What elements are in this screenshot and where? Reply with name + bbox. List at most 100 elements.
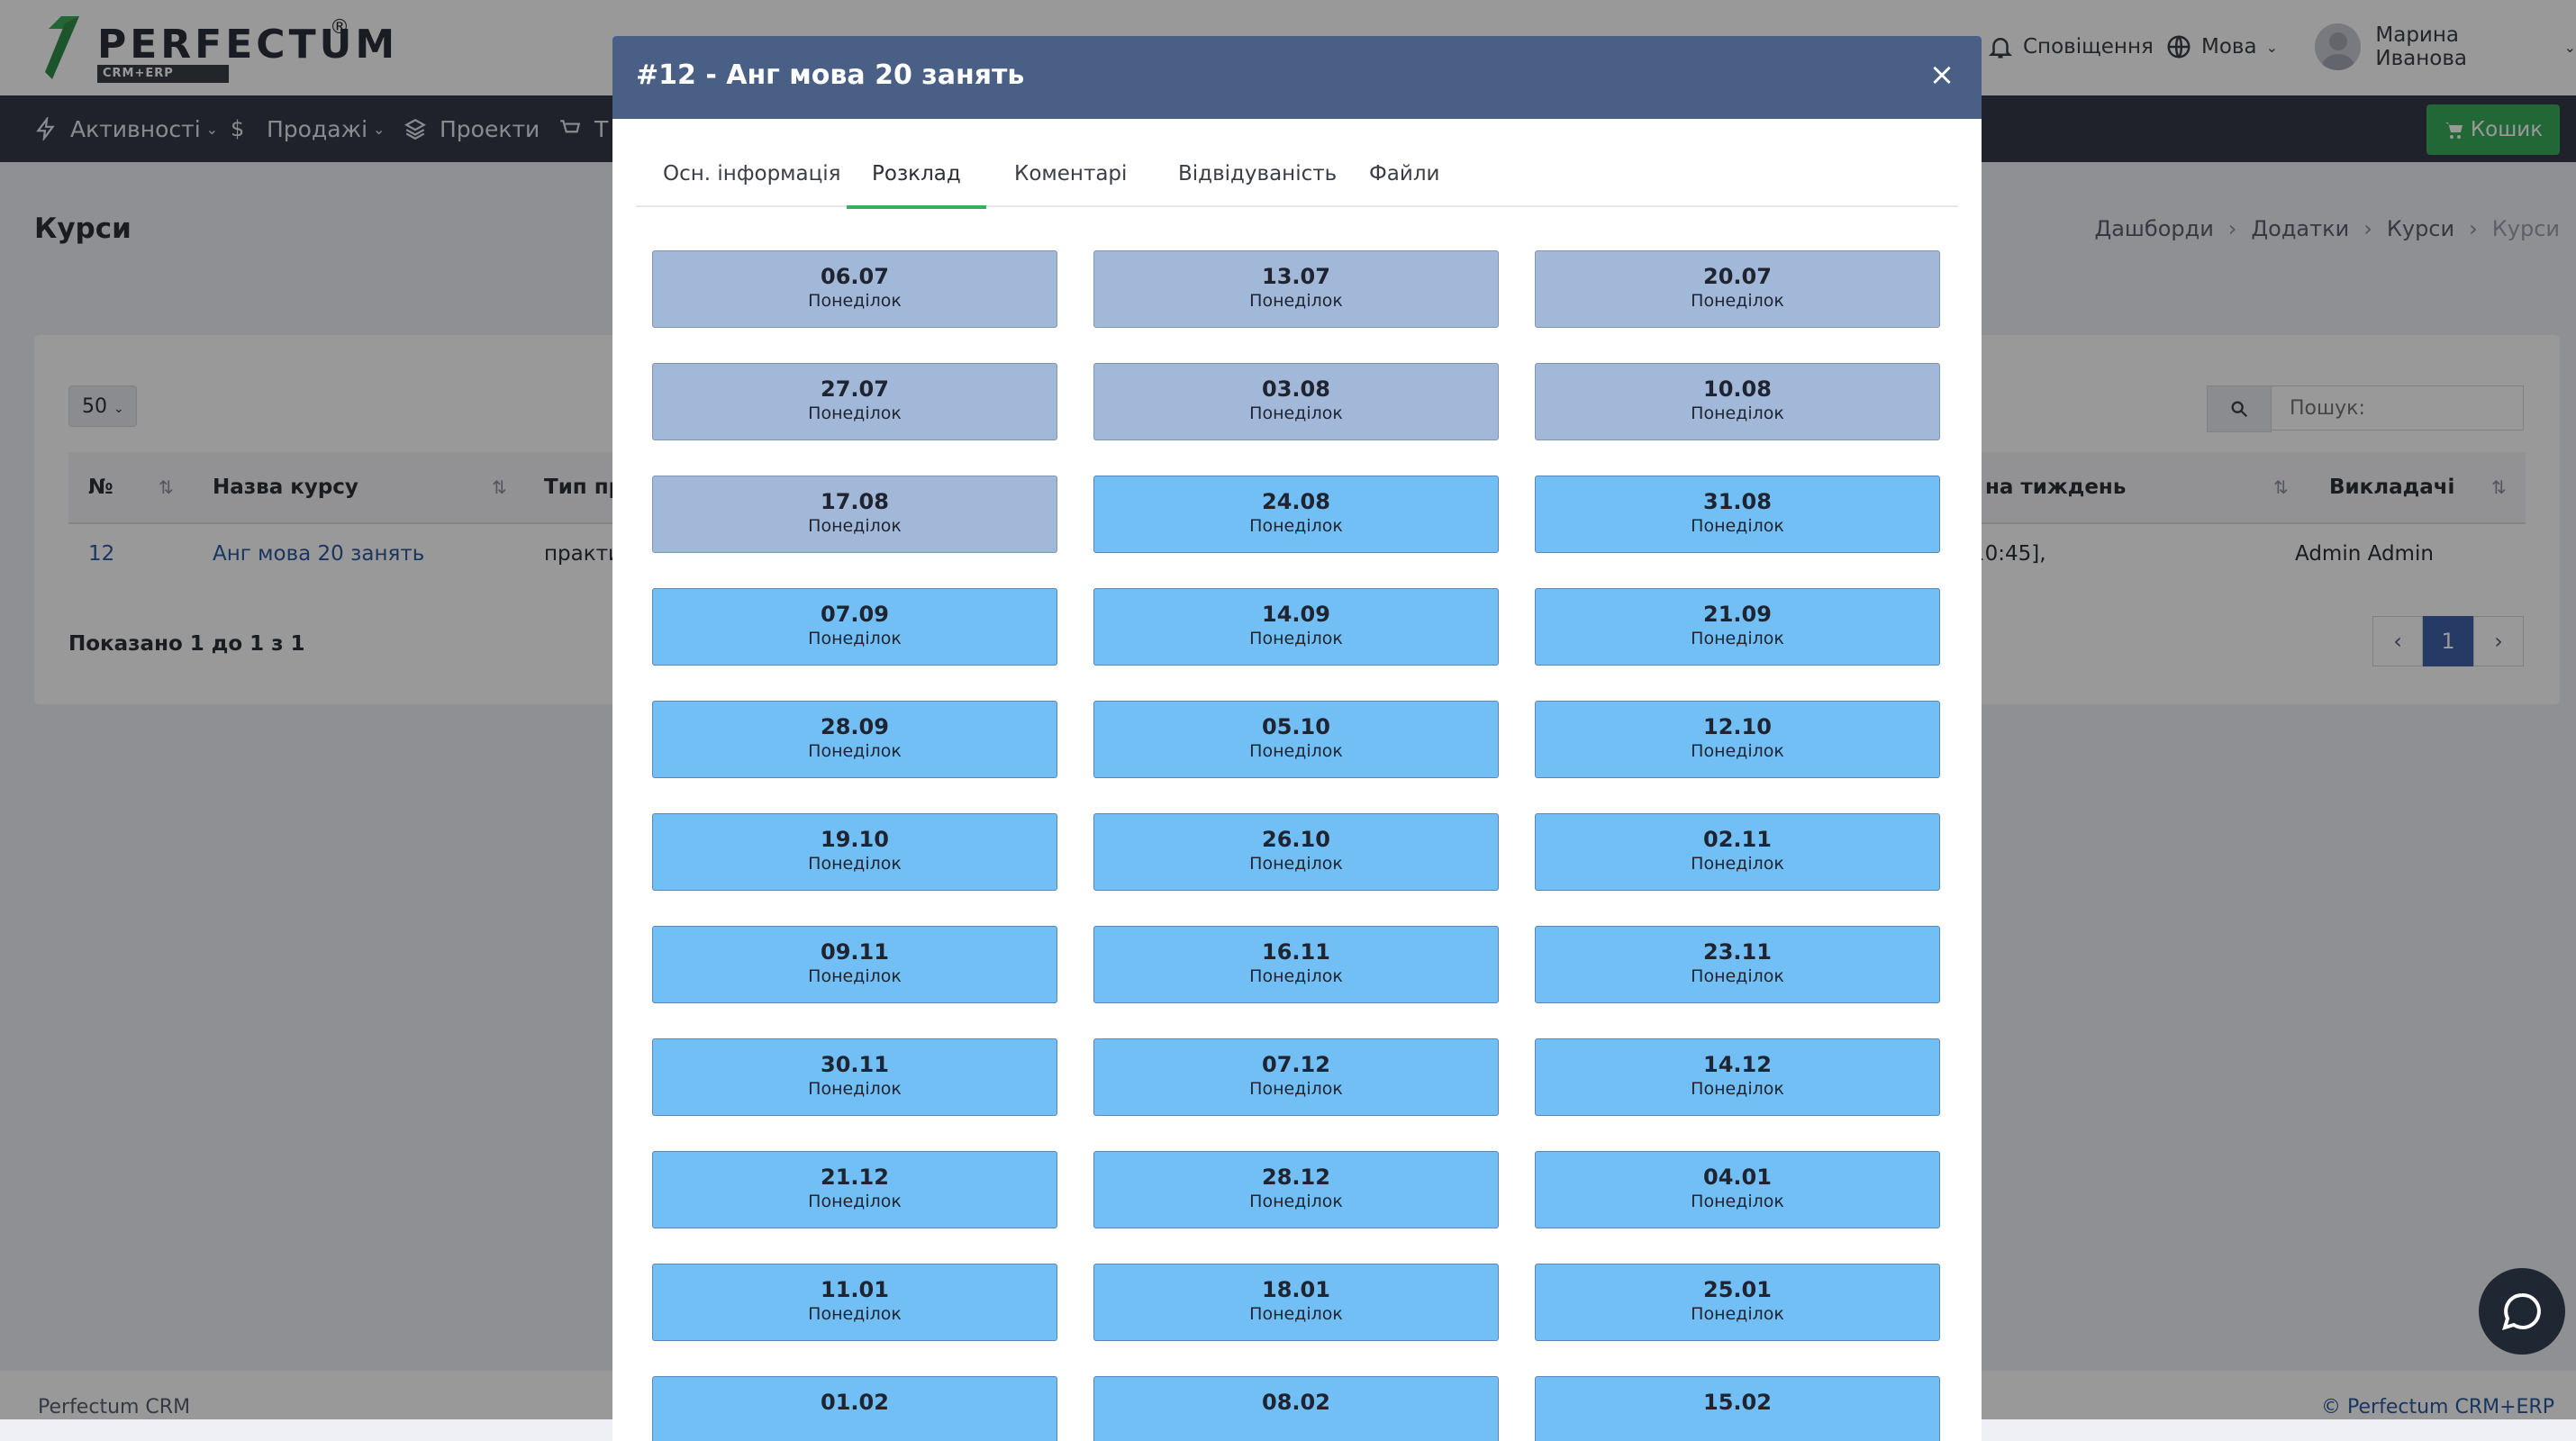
lesson-date: 02.11 xyxy=(1703,827,1772,852)
schedule-lesson[interactable]: 24.08 Понеділок xyxy=(1093,476,1499,553)
lesson-weekday: Понеділок xyxy=(1691,741,1784,761)
schedule-lesson[interactable]: 11.01 Понеділок xyxy=(652,1264,1057,1341)
schedule-lesson[interactable]: 30.11 Понеділок xyxy=(652,1038,1057,1116)
schedule-lesson[interactable]: 12.10 Понеділок xyxy=(1535,701,1940,778)
modal-header: #12 - Анг мова 20 занять × xyxy=(612,36,1982,119)
lesson-weekday: Понеділок xyxy=(808,1079,902,1099)
lesson-date: 17.08 xyxy=(821,489,889,514)
schedule-lesson[interactable]: 15.02 xyxy=(1535,1376,1940,1441)
close-icon[interactable]: × xyxy=(1922,52,1962,97)
schedule-lesson[interactable]: 02.11 Понеділок xyxy=(1535,813,1940,891)
lesson-weekday: Понеділок xyxy=(808,291,902,311)
tab-attendance[interactable]: Відвідуваність xyxy=(1178,155,1337,205)
lesson-date: 18.01 xyxy=(1262,1277,1330,1302)
schedule-lesson[interactable]: 31.08 Понеділок xyxy=(1535,476,1940,553)
lesson-date: 15.02 xyxy=(1703,1390,1772,1415)
lesson-weekday: Понеділок xyxy=(808,1192,902,1211)
schedule-lesson[interactable]: 07.12 Понеділок xyxy=(1093,1038,1499,1116)
lesson-date: 28.09 xyxy=(821,714,889,739)
schedule-lesson[interactable]: 01.02 xyxy=(652,1376,1057,1441)
schedule-lesson[interactable]: 07.09 Понеділок xyxy=(652,588,1057,666)
lesson-date: 20.07 xyxy=(1703,264,1772,289)
schedule-lesson[interactable]: 25.01 Понеділок xyxy=(1535,1264,1940,1341)
chat-button[interactable] xyxy=(2479,1268,2565,1355)
lesson-weekday: Понеділок xyxy=(1249,291,1343,311)
schedule-lesson[interactable]: 14.09 Понеділок xyxy=(1093,588,1499,666)
lesson-date: 08.02 xyxy=(1262,1390,1330,1415)
lesson-date: 19.10 xyxy=(821,827,889,852)
lesson-weekday: Понеділок xyxy=(808,966,902,986)
lesson-weekday: Понеділок xyxy=(1691,854,1784,874)
lesson-weekday: Понеділок xyxy=(1249,1192,1343,1211)
lesson-weekday: Понеділок xyxy=(1249,629,1343,648)
lesson-weekday: Понеділок xyxy=(1249,1304,1343,1324)
schedule-lesson[interactable]: 18.01 Понеділок xyxy=(1093,1264,1499,1341)
lesson-date: 31.08 xyxy=(1703,489,1772,514)
schedule-lesson[interactable]: 27.07 Понеділок xyxy=(652,363,1057,440)
lesson-weekday: Понеділок xyxy=(1691,629,1784,648)
lesson-date: 09.11 xyxy=(821,939,889,965)
lesson-weekday: Понеділок xyxy=(808,1304,902,1324)
lesson-weekday: Понеділок xyxy=(1691,1079,1784,1099)
tab-schedule[interactable]: Розклад xyxy=(847,155,986,209)
lesson-date: 12.10 xyxy=(1703,714,1772,739)
lesson-date: 27.07 xyxy=(821,376,889,402)
schedule-lesson[interactable]: 05.10 Понеділок xyxy=(1093,701,1499,778)
lesson-date: 21.09 xyxy=(1703,602,1772,627)
schedule-lesson[interactable]: 13.07 Понеділок xyxy=(1093,250,1499,328)
lesson-weekday: Понеділок xyxy=(1691,403,1784,423)
chat-icon xyxy=(2502,1292,2541,1330)
lesson-date: 30.11 xyxy=(821,1052,889,1077)
lesson-date: 16.11 xyxy=(1262,939,1330,965)
lesson-date: 28.12 xyxy=(1262,1165,1330,1190)
schedule-lesson[interactable]: 21.12 Понеділок xyxy=(652,1151,1057,1228)
schedule-lesson[interactable]: 21.09 Понеділок xyxy=(1535,588,1940,666)
lesson-weekday: Понеділок xyxy=(808,629,902,648)
tab-comments[interactable]: Коментарі xyxy=(1014,155,1127,205)
schedule-lesson[interactable]: 10.08 Понеділок xyxy=(1535,363,1940,440)
lesson-weekday: Понеділок xyxy=(1691,1304,1784,1324)
lesson-date: 23.11 xyxy=(1703,939,1772,965)
lesson-weekday: Понеділок xyxy=(1691,291,1784,311)
lesson-date: 11.01 xyxy=(821,1277,889,1302)
schedule-lesson[interactable]: 04.01 Понеділок xyxy=(1535,1151,1940,1228)
lesson-weekday: Понеділок xyxy=(1249,966,1343,986)
course-modal: #12 - Анг мова 20 занять × Осн. інформац… xyxy=(612,36,1982,1441)
lesson-date: 21.12 xyxy=(821,1165,889,1190)
lesson-weekday: Понеділок xyxy=(1249,516,1343,536)
lesson-weekday: Понеділок xyxy=(808,854,902,874)
schedule-lesson[interactable]: 09.11 Понеділок xyxy=(652,926,1057,1003)
schedule-lesson[interactable]: 17.08 Понеділок xyxy=(652,476,1057,553)
schedule-lesson[interactable]: 03.08 Понеділок xyxy=(1093,363,1499,440)
lesson-date: 14.09 xyxy=(1262,602,1330,627)
lesson-date: 10.08 xyxy=(1703,376,1772,402)
lesson-date: 25.01 xyxy=(1703,1277,1772,1302)
lesson-date: 03.08 xyxy=(1262,376,1330,402)
lesson-date: 01.02 xyxy=(821,1390,889,1415)
lesson-weekday: Понеділок xyxy=(808,403,902,423)
schedule-lesson[interactable]: 26.10 Понеділок xyxy=(1093,813,1499,891)
tab-files[interactable]: Файли xyxy=(1369,155,1440,205)
lesson-weekday: Понеділок xyxy=(1249,403,1343,423)
schedule-lesson[interactable]: 19.10 Понеділок xyxy=(652,813,1057,891)
lesson-weekday: Понеділок xyxy=(1691,1192,1784,1211)
schedule-lesson[interactable]: 08.02 xyxy=(1093,1376,1499,1441)
schedule-lesson[interactable]: 20.07 Понеділок xyxy=(1535,250,1940,328)
schedule-lesson[interactable]: 28.09 Понеділок xyxy=(652,701,1057,778)
lesson-weekday: Понеділок xyxy=(1249,854,1343,874)
lesson-date: 14.12 xyxy=(1703,1052,1772,1077)
schedule-lesson[interactable]: 28.12 Понеділок xyxy=(1093,1151,1499,1228)
lesson-weekday: Понеділок xyxy=(1249,741,1343,761)
schedule-lesson[interactable]: 06.07 Понеділок xyxy=(652,250,1057,328)
lesson-date: 07.09 xyxy=(821,602,889,627)
schedule-lesson[interactable]: 16.11 Понеділок xyxy=(1093,926,1499,1003)
schedule-lesson[interactable]: 23.11 Понеділок xyxy=(1535,926,1940,1003)
lesson-date: 13.07 xyxy=(1262,264,1330,289)
modal-title: #12 - Анг мова 20 занять xyxy=(636,59,1025,91)
schedule-lesson[interactable]: 14.12 Понеділок xyxy=(1535,1038,1940,1116)
lesson-date: 07.12 xyxy=(1262,1052,1330,1077)
lesson-weekday: Понеділок xyxy=(808,516,902,536)
tab-main-info[interactable]: Осн. інформація xyxy=(663,155,841,205)
lesson-date: 04.01 xyxy=(1703,1165,1772,1190)
lesson-date: 24.08 xyxy=(1262,489,1330,514)
